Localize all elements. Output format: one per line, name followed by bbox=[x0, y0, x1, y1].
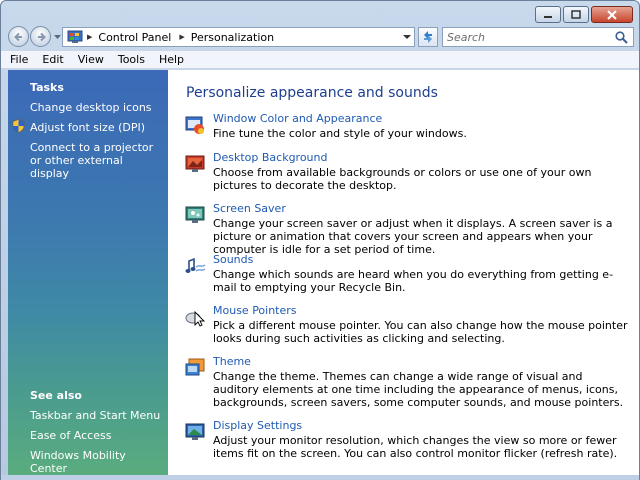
menu-edit[interactable]: Edit bbox=[42, 53, 63, 66]
recent-pages-dropdown-icon[interactable] bbox=[54, 33, 61, 40]
window-color-icon bbox=[185, 116, 204, 134]
control-panel-icon bbox=[67, 30, 83, 43]
caption-buttons bbox=[535, 6, 633, 23]
mouse-pointers-link[interactable]: Mouse Pointers bbox=[213, 304, 297, 317]
back-button[interactable] bbox=[8, 26, 29, 47]
close-button[interactable] bbox=[591, 6, 633, 23]
sounds-description: Change which sounds are heard when you d… bbox=[213, 268, 614, 294]
maximize-icon bbox=[571, 10, 581, 19]
task-sidebar: Tasks Change desktop icons Adjust font s… bbox=[8, 70, 168, 475]
task-adjust-font-size[interactable]: Adjust font size (DPI) bbox=[30, 121, 165, 134]
refresh-button[interactable] bbox=[418, 27, 438, 47]
menu-help[interactable]: Help bbox=[159, 53, 184, 66]
desktop-background-icon bbox=[185, 155, 205, 172]
search-icon[interactable] bbox=[615, 31, 628, 44]
search-input[interactable] bbox=[443, 28, 608, 46]
task-change-desktop-icons[interactable]: Change desktop icons bbox=[30, 101, 165, 114]
personalization-window: ▶ Control Panel ▶ Personalization File E… bbox=[0, 0, 640, 480]
address-dropdown-icon[interactable] bbox=[403, 34, 411, 40]
menu-tools[interactable]: Tools bbox=[118, 53, 145, 66]
back-arrow-icon bbox=[14, 32, 22, 42]
display-settings-description: Adjust your monitor resolution, which ch… bbox=[213, 434, 618, 460]
theme-icon bbox=[185, 358, 205, 376]
page-title: Personalize appearance and sounds bbox=[186, 85, 438, 101]
main-content: Personalize appearance and sounds Window… bbox=[168, 70, 639, 475]
uac-shield-icon bbox=[12, 119, 25, 133]
desktop-background-description: Choose from available backgrounds or col… bbox=[213, 166, 592, 192]
breadcrumb-personalization[interactable]: Personalization bbox=[191, 31, 274, 44]
menu-file[interactable]: File bbox=[10, 53, 28, 66]
mouse-pointer-icon bbox=[185, 310, 206, 327]
menu-bar: File Edit View Tools Help bbox=[1, 51, 639, 69]
minimize-icon bbox=[544, 15, 552, 18]
sounds-icon bbox=[185, 257, 206, 273]
refresh-icon bbox=[424, 31, 432, 43]
see-also-mobility-center[interactable]: Windows Mobility Center bbox=[30, 449, 165, 475]
maximize-button[interactable] bbox=[563, 6, 589, 23]
breadcrumb-separator-icon: ▶ bbox=[179, 33, 185, 41]
window-color-link[interactable]: Window Color and Appearance bbox=[213, 112, 382, 125]
navigation-bar: ▶ Control Panel ▶ Personalization bbox=[1, 23, 639, 50]
theme-link[interactable]: Theme bbox=[213, 355, 251, 368]
breadcrumb-control-panel[interactable]: Control Panel bbox=[98, 31, 171, 44]
menu-view[interactable]: View bbox=[78, 53, 104, 66]
minimize-button[interactable] bbox=[535, 6, 561, 23]
window-bottom-border bbox=[1, 475, 639, 480]
screen-saver-description: Change your screen saver or adjust when … bbox=[213, 217, 613, 256]
close-icon bbox=[607, 9, 617, 20]
task-connect-projector[interactable]: Connect to a projector or other external… bbox=[30, 141, 165, 180]
display-settings-link[interactable]: Display Settings bbox=[213, 419, 302, 432]
sounds-link[interactable]: Sounds bbox=[213, 253, 253, 266]
window-color-description: Fine tune the color and style of your wi… bbox=[213, 127, 467, 140]
see-also-taskbar[interactable]: Taskbar and Start Menu bbox=[30, 409, 165, 422]
mouse-pointers-description: Pick a different mouse pointer. You can … bbox=[213, 319, 628, 345]
breadcrumb-separator-icon: ▶ bbox=[87, 33, 93, 41]
address-bar[interactable]: ▶ Control Panel ▶ Personalization bbox=[62, 27, 415, 47]
see-also-heading: See also bbox=[30, 389, 82, 402]
screen-saver-icon bbox=[185, 206, 205, 223]
forward-arrow-icon bbox=[38, 32, 46, 42]
display-settings-icon bbox=[185, 423, 205, 440]
search-box[interactable] bbox=[442, 27, 634, 47]
desktop-background-link[interactable]: Desktop Background bbox=[213, 151, 328, 164]
forward-button[interactable] bbox=[30, 26, 51, 47]
see-also-ease-of-access[interactable]: Ease of Access bbox=[30, 429, 165, 442]
tasks-heading: Tasks bbox=[30, 81, 64, 94]
screen-saver-link[interactable]: Screen Saver bbox=[213, 202, 286, 215]
theme-description: Change the theme. Themes can change a wi… bbox=[213, 370, 624, 409]
